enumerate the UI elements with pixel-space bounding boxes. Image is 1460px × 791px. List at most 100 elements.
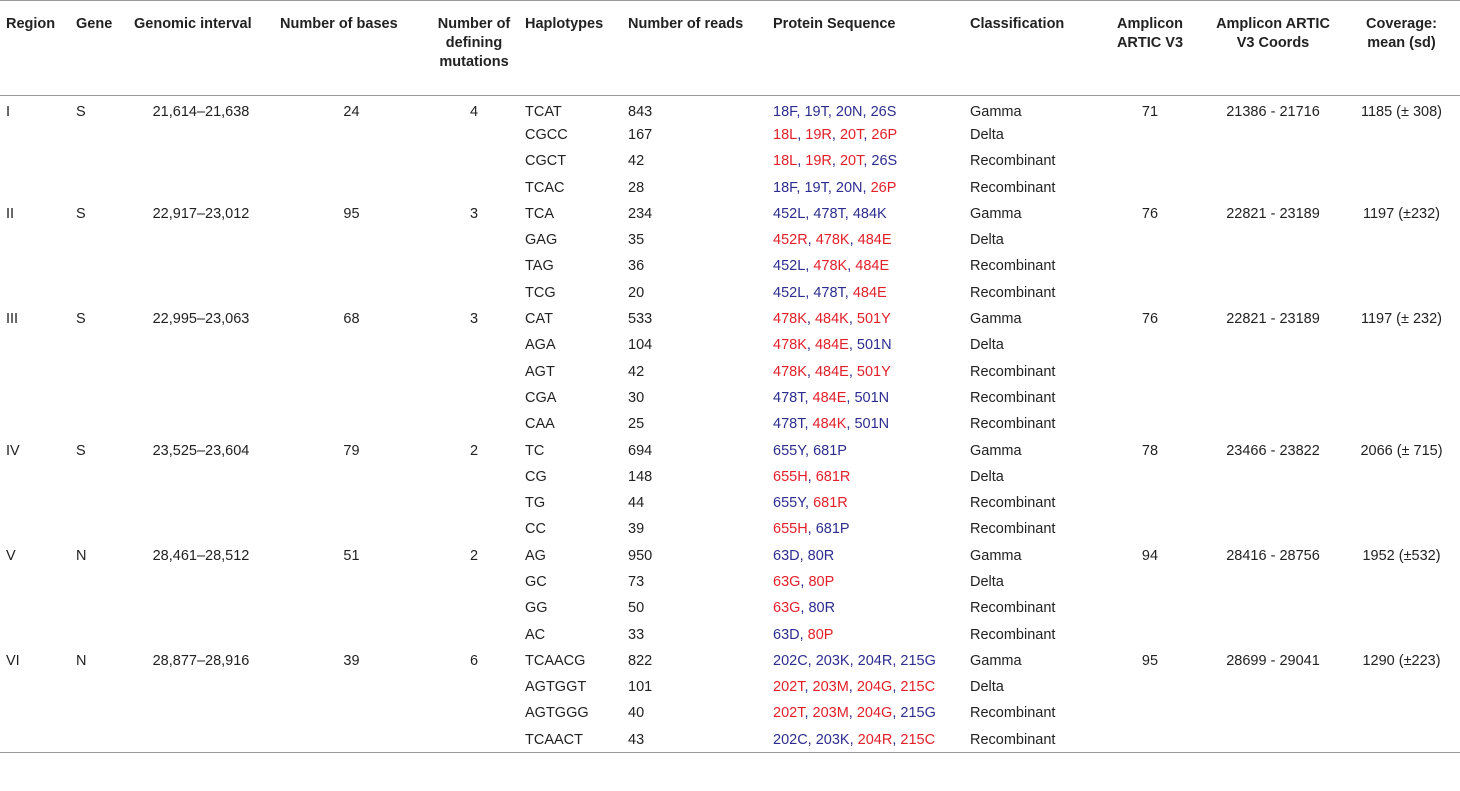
protein-mutation: 20N <box>835 179 863 196</box>
cell-region <box>0 726 70 754</box>
cell-coverage: 1185 (± 308) <box>1360 103 1443 120</box>
table-row: V N 28,461–28,512 51 2 AG 950 63D, 80R Gamma 94 28… <box>0 543 1460 569</box>
protein-mutation: 202T <box>773 705 805 722</box>
cell-amplicon <box>1097 700 1203 726</box>
cell-number-of-bases <box>274 253 429 279</box>
protein-mutation: 26P <box>871 126 898 143</box>
table-row: AGTGGG 40 202T, 203M, 204G, 215G Recombinan… <box>0 700 1460 726</box>
protein-mutation: 215C <box>900 679 936 696</box>
cell-classification: Delta <box>970 232 1004 249</box>
cell-coverage <box>1343 464 1460 490</box>
table-row: TCAC 28 18F, 19T, 20N, 26P Recombinant <box>0 174 1460 200</box>
cell-classification: Recombinant <box>970 153 1056 170</box>
protein-separator: , <box>806 311 815 328</box>
cell-coverage <box>1343 569 1460 595</box>
cell-amplicon-coords <box>1203 464 1343 490</box>
protein-mutation: 63D <box>773 626 800 643</box>
cell-genomic-interval <box>128 726 274 754</box>
protein-separator: , <box>799 547 808 564</box>
cell-genomic-interval <box>128 464 274 490</box>
protein-mutation: 478T <box>813 284 845 301</box>
protein-separator: , <box>849 731 858 748</box>
cell-gene <box>70 227 128 253</box>
cell-defining-mutations <box>429 516 519 542</box>
cell-amplicon <box>1097 148 1203 174</box>
protein-separator: , <box>804 705 813 722</box>
cell-classification: Recombinant <box>970 495 1056 512</box>
table-row: GAG 35 452R, 478K, 484E Delta <box>0 227 1460 253</box>
cell-number-of-bases: 79 <box>343 442 360 459</box>
cell-amplicon: 71 <box>1141 103 1159 120</box>
protein-mutation: 484K <box>814 311 849 328</box>
table-row: TCAACT 43 202C, 203K, 204R, 215C Recombinan… <box>0 726 1460 754</box>
cell-number-of-bases <box>274 464 429 490</box>
cell-gene <box>70 490 128 516</box>
protein-separator: , <box>807 232 816 249</box>
protein-separator: , <box>805 495 814 512</box>
cell-amplicon-coords: 22821 - 23189 <box>1226 205 1320 222</box>
cell-amplicon <box>1097 516 1203 542</box>
protein-separator: , <box>804 389 813 406</box>
protein-mutation: 655H <box>773 468 808 485</box>
cell-region <box>0 148 70 174</box>
cell-number-of-bases <box>274 621 429 647</box>
cell-number-of-reads: 30 <box>628 389 645 406</box>
protein-separator: , <box>862 179 871 196</box>
protein-mutation: 63G <box>773 573 801 590</box>
protein-mutation: 681P <box>813 442 847 459</box>
cell-defining-mutations <box>429 385 519 411</box>
cell-coverage: 1952 (±532) <box>1362 547 1441 564</box>
cell-defining-mutations <box>429 280 519 306</box>
protein-separator: , <box>807 652 816 669</box>
protein-mutation: 26P <box>870 179 897 196</box>
cell-genomic-interval <box>128 332 274 358</box>
protein-mutation: 20N <box>835 103 863 120</box>
cell-protein-sequence: 63G, 80P <box>767 569 964 595</box>
protein-mutation: 452L <box>773 205 806 222</box>
cell-coverage: 1290 (±223) <box>1362 652 1441 669</box>
cell-gene <box>70 385 128 411</box>
cell-defining-mutations <box>429 595 519 621</box>
protein-mutation: 204R <box>857 731 893 748</box>
protein-separator: , <box>848 679 857 696</box>
cell-genomic-interval <box>128 280 274 306</box>
cell-gene <box>70 595 128 621</box>
cell-number-of-reads: 28 <box>628 179 645 196</box>
protein-separator: , <box>848 705 857 722</box>
cell-number-of-reads: 234 <box>628 205 653 222</box>
protein-mutation: 452L <box>773 258 806 275</box>
protein-separator: , <box>848 363 857 380</box>
cell-protein-sequence: 655H, 681P <box>767 516 964 542</box>
cell-amplicon-coords <box>1203 280 1343 306</box>
cell-number-of-bases <box>274 385 429 411</box>
cell-haplotype: CC <box>525 521 546 538</box>
protein-separator: , <box>807 468 816 485</box>
cell-number-of-bases: 95 <box>343 205 360 222</box>
protein-mutation: 501N <box>854 416 890 433</box>
cell-classification: Delta <box>970 126 1004 143</box>
cell-defining-mutations: 2 <box>469 442 479 459</box>
protein-separator: , <box>848 337 857 354</box>
protein-mutation: 655Y <box>773 442 805 459</box>
protein-mutation: 681R <box>815 468 851 485</box>
cell-amplicon-coords <box>1203 148 1343 174</box>
cell-gene <box>70 358 128 384</box>
cell-amplicon-coords: 22821 - 23189 <box>1226 311 1320 328</box>
cell-haplotype: TAG <box>525 258 554 275</box>
cell-protein-sequence: 452L, 478T, 484E <box>767 280 964 306</box>
cell-classification: Recombinant <box>970 284 1056 301</box>
protein-separator: , <box>827 103 836 120</box>
cell-number-of-bases <box>274 174 429 200</box>
cell-haplotype: GG <box>525 600 548 617</box>
cell-genomic-interval <box>128 385 274 411</box>
cell-region <box>0 358 70 384</box>
cell-amplicon: 76 <box>1141 311 1159 328</box>
cell-number-of-reads: 42 <box>628 153 645 170</box>
protein-mutation: 478K <box>773 311 807 328</box>
cell-number-of-bases <box>274 516 429 542</box>
cell-number-of-bases <box>274 674 429 700</box>
protein-separator: , <box>862 103 871 120</box>
cell-number-of-reads: 822 <box>628 652 653 669</box>
protein-mutation: 80R <box>808 600 836 617</box>
cell-protein-sequence: 202C, 203K, 204R, 215G <box>767 648 964 674</box>
